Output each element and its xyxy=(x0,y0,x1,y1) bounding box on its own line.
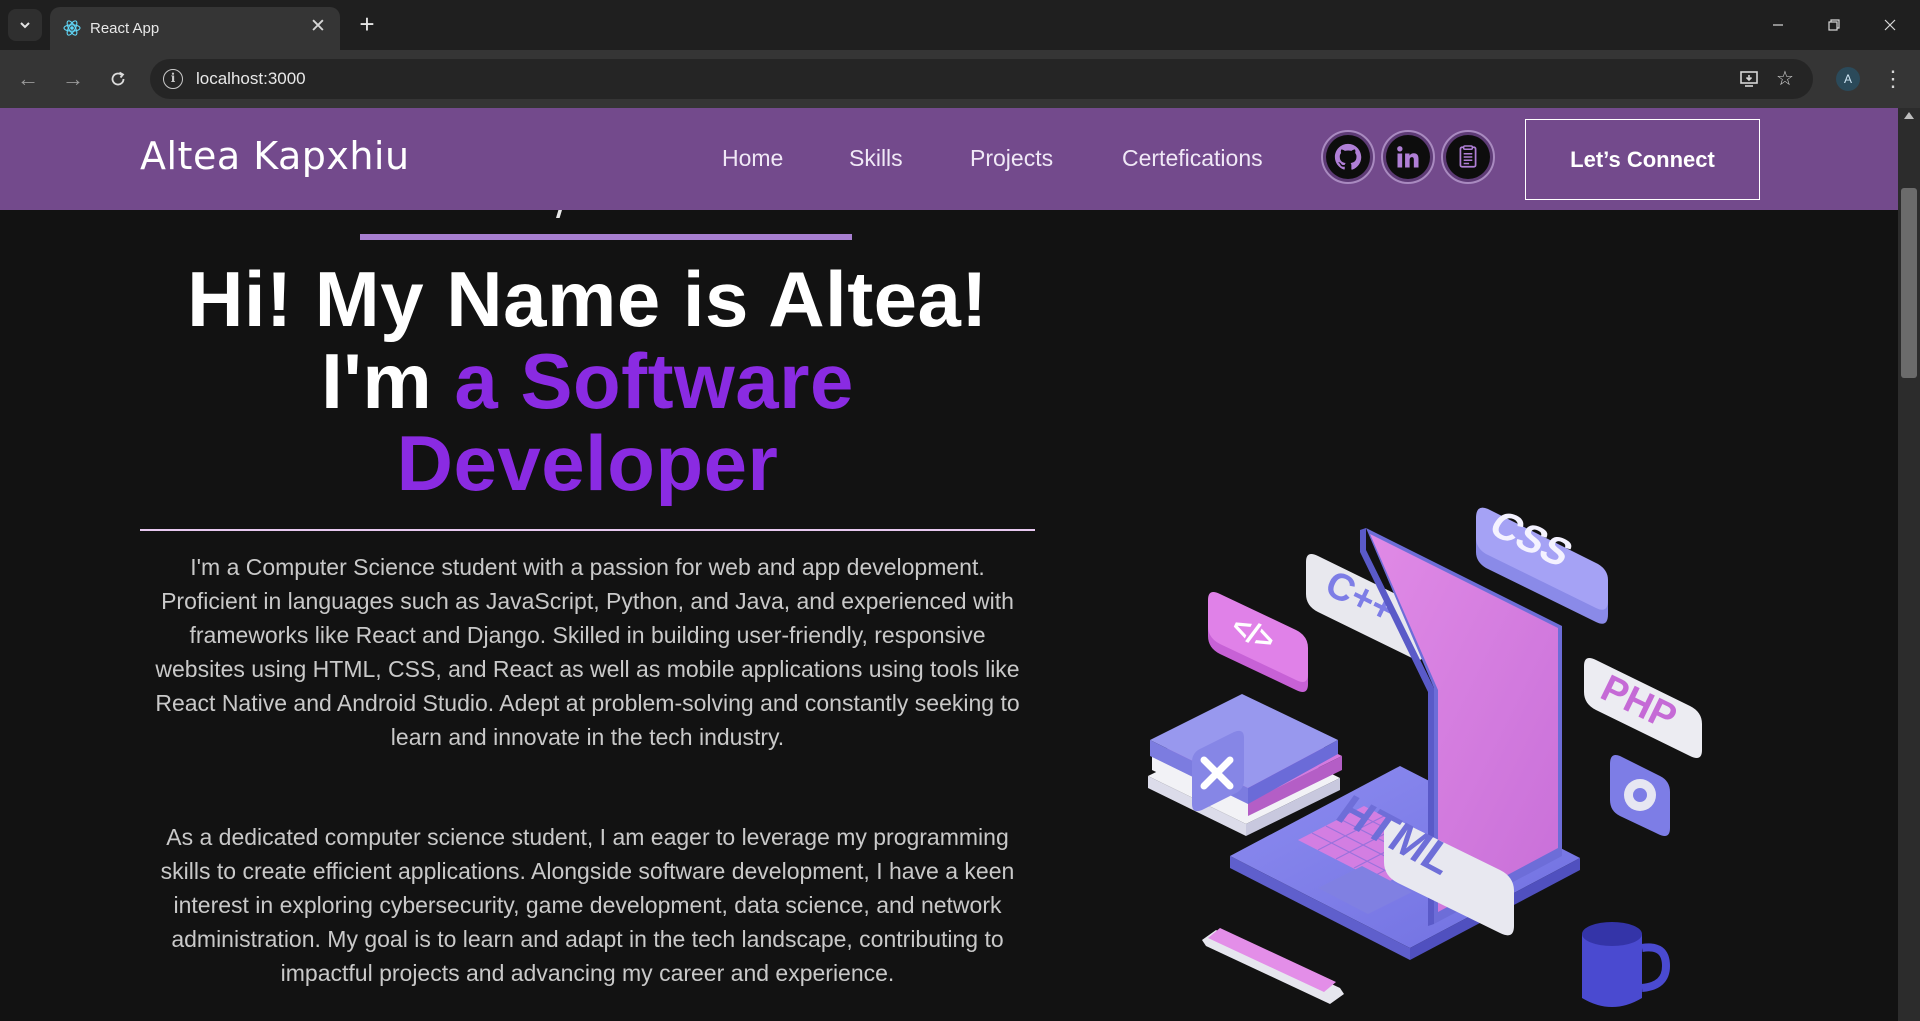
nav-link-home[interactable]: Home xyxy=(722,145,783,172)
clipped-text-fragment xyxy=(556,210,562,218)
gear-badge xyxy=(1610,755,1670,836)
bio-paragraph-2: As a dedicated computer science student,… xyxy=(160,824,1015,986)
hero-title: Hi! My Name is Altea! I'm a Software Dev… xyxy=(140,258,1035,504)
github-link[interactable] xyxy=(1321,130,1375,184)
bookmark-star-icon[interactable]: ☆ xyxy=(1772,66,1798,92)
nav-link-certifications[interactable]: Certefications xyxy=(1122,145,1263,172)
minimize-icon[interactable] xyxy=(1750,0,1806,50)
bio-paragraph-1: I'm a Computer Science student with a pa… xyxy=(155,554,1020,750)
chevron-down-icon xyxy=(20,22,30,29)
lets-connect-button[interactable]: Let’s Connect xyxy=(1525,119,1760,200)
mug xyxy=(1582,922,1671,1007)
phone xyxy=(1202,928,1344,1004)
scrollbar-thumb[interactable] xyxy=(1901,188,1917,378)
github-icon xyxy=(1334,143,1362,170)
react-icon xyxy=(63,20,81,36)
nav-link-skills[interactable]: Skills xyxy=(849,145,903,172)
hero-title-accent: a Software Developer xyxy=(396,337,854,507)
close-window-icon[interactable] xyxy=(1862,0,1918,50)
hero-title-prefix: I'm xyxy=(321,337,455,425)
page-scrollbar[interactable] xyxy=(1898,108,1920,1021)
install-app-icon[interactable] xyxy=(1736,66,1762,92)
developer-illustration: CSS C++ </> PHP HTML xyxy=(1148,502,1702,1007)
browser-tab[interactable]: React App ✕ xyxy=(50,7,340,50)
site-navbar: Altea Kapxhiu Home Skills Projects Certe… xyxy=(0,108,1898,210)
nav-link-projects[interactable]: Projects xyxy=(970,145,1053,172)
tab-title: React App xyxy=(90,20,160,37)
hero-accent-bar xyxy=(360,234,852,240)
reload-icon[interactable] xyxy=(102,63,134,95)
linkedin-icon xyxy=(1397,146,1419,168)
hero-divider xyxy=(140,529,1035,531)
resume-link[interactable] xyxy=(1441,130,1495,184)
tab-search-button[interactable] xyxy=(8,9,42,41)
site-brand[interactable]: Altea Kapxhiu xyxy=(140,134,410,178)
hero-title-line1: Hi! My Name is Altea! xyxy=(187,255,988,343)
resume-icon xyxy=(1459,145,1477,168)
php-badge: PHP xyxy=(1584,658,1702,758)
browser-tab-strip: React App ✕ + xyxy=(0,0,1920,50)
browser-menu-icon[interactable]: ⋮ xyxy=(1882,63,1904,95)
address-bar[interactable]: i localhost:3000 ☆ xyxy=(150,59,1813,99)
browser-toolbar: ← → i localhost:3000 ☆ A ⋮ xyxy=(0,50,1920,108)
url-text[interactable]: localhost:3000 xyxy=(196,69,306,89)
restore-icon[interactable] xyxy=(1806,0,1862,50)
close-tab-icon[interactable]: ✕ xyxy=(306,15,330,39)
profile-avatar[interactable]: A xyxy=(1836,67,1860,91)
code-badge: </> xyxy=(1208,592,1308,692)
forward-arrow-icon[interactable]: → xyxy=(57,63,89,95)
new-tab-icon[interactable]: + xyxy=(352,10,382,40)
site-info-icon[interactable]: i xyxy=(163,69,183,89)
page-viewport: Altea Kapxhiu Home Skills Projects Certe… xyxy=(0,108,1898,1021)
back-arrow-icon[interactable]: ← xyxy=(12,63,44,95)
linkedin-link[interactable] xyxy=(1381,130,1435,184)
scroll-up-arrow-icon[interactable] xyxy=(1904,112,1914,119)
